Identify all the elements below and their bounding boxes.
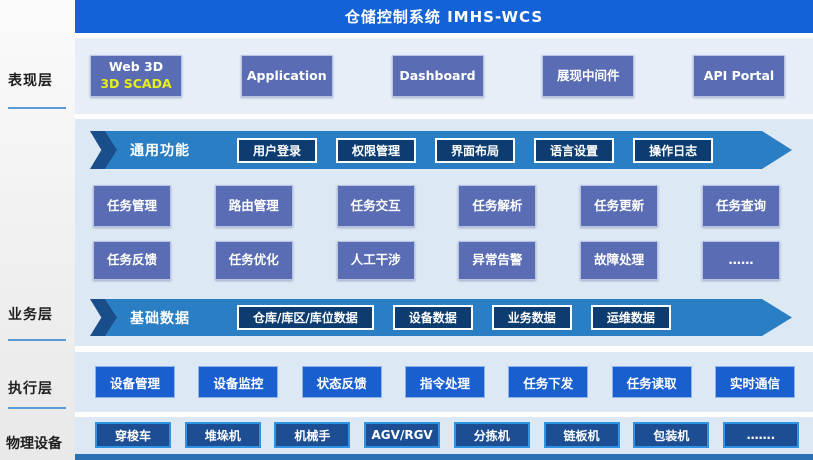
physical-devices-section: 穿梭车 堆垛机 机械手 AGV/RGV 分拣机 链板机 包装机 ……. — [75, 417, 813, 460]
banner-item-operation-log: 操作日志 — [633, 138, 713, 163]
banner-title: 基础数据 — [130, 308, 218, 328]
base-data-banner: 基础数据 仓库/库区/库位数据 设备数据 业务数据 运维数据 — [90, 299, 792, 336]
box-label: 链板机 — [564, 427, 600, 444]
task-box: 任务交互 — [337, 185, 415, 227]
diagram-main: 仓储控制系统 IMHS-WCS Web 3D 3D SCADA Applicat… — [75, 0, 813, 460]
banner-item-permissions: 权限管理 — [336, 138, 416, 163]
task-box: 任务查询 — [702, 185, 780, 227]
system-title: 仓储控制系统 IMHS-WCS — [345, 6, 543, 27]
banner-arrow-bar: 通用功能 用户登录 权限管理 界面布局 语言设置 操作日志 — [100, 131, 792, 169]
common-functions-banner: 通用功能 用户登录 权限管理 界面布局 语言设置 操作日志 — [90, 131, 792, 169]
box-label: 设备监控 — [213, 373, 263, 392]
device-box-stacker: 堆垛机 — [185, 422, 261, 448]
layer-underline — [8, 407, 66, 409]
layer-label-business: 业务层 — [8, 304, 53, 324]
box-label: 任务下发 — [523, 373, 573, 392]
banner-item-user-login: 用户登录 — [237, 138, 317, 163]
layer-underline — [8, 107, 66, 109]
box-label: Web 3D — [109, 59, 163, 76]
task-box: 任务反馈 — [93, 241, 171, 280]
execution-box: 设备监控 — [198, 366, 278, 398]
task-box: 路由管理 — [215, 185, 293, 227]
banner-title: 通用功能 — [130, 140, 218, 160]
bottom-strip — [75, 454, 813, 460]
box-label: 状态反馈 — [317, 373, 367, 392]
device-box-shuttle: 穿梭车 — [95, 422, 171, 448]
device-box-sorter: 分拣机 — [454, 422, 530, 448]
box-label: 任务读取 — [627, 373, 677, 392]
box-label: 包装机 — [653, 427, 689, 444]
banner-item-language: 语言设置 — [534, 138, 614, 163]
box-label: ……. — [747, 428, 776, 442]
execution-box: 任务下发 — [508, 366, 588, 398]
box-label: 任务解析 — [472, 198, 522, 215]
box-label: API Portal — [704, 68, 774, 85]
box-label: 任务更新 — [594, 198, 644, 215]
banner-item-ui-layout: 界面布局 — [435, 138, 515, 163]
layer-label-presentation: 表现层 — [8, 70, 53, 90]
execution-box: 指令处理 — [405, 366, 485, 398]
business-layer-section: 通用功能 用户登录 权限管理 界面布局 语言设置 操作日志 任务管理 路由管理 … — [75, 119, 813, 346]
presentation-box-api-portal: API Portal — [693, 55, 785, 97]
task-box: 故障处理 — [580, 241, 658, 280]
box-label: Application — [247, 68, 327, 85]
box-label: …… — [728, 252, 753, 269]
banner-item-device-data: 设备数据 — [393, 305, 473, 330]
banner-item-ops-data: 运维数据 — [591, 305, 671, 330]
layer-label-execution: 执行层 — [8, 378, 53, 398]
banner-arrow-bar: 基础数据 仓库/库区/库位数据 设备数据 业务数据 运维数据 — [100, 299, 792, 336]
box-label: 分拣机 — [474, 427, 510, 444]
device-box-robot-arm: 机械手 — [274, 422, 350, 448]
box-label: 任务交互 — [351, 198, 401, 215]
task-box: 人工干涉 — [337, 241, 415, 280]
presentation-box-dashboard: Dashboard — [392, 55, 484, 97]
box-label: 机械手 — [294, 427, 330, 444]
box-label: 路由管理 — [229, 198, 279, 215]
banner-item-warehouse-data: 仓库/库区/库位数据 — [237, 305, 374, 330]
box-label: 指令处理 — [420, 373, 470, 392]
box-label-highlight: 3D SCADA — [100, 76, 171, 93]
layer-sidebar: 表现层 业务层 执行层 物理设备 — [0, 0, 75, 460]
execution-box: 任务读取 — [612, 366, 692, 398]
task-box: 任务更新 — [580, 185, 658, 227]
presentation-box-middleware: 展现中间件 — [542, 55, 634, 97]
banner-item-business-data: 业务数据 — [492, 305, 572, 330]
box-label: 设备管理 — [110, 373, 160, 392]
box-label: 穿梭车 — [115, 427, 151, 444]
box-label: 任务查询 — [716, 198, 766, 215]
presentation-box-application: Application — [241, 55, 333, 97]
box-label: AGV/RGV — [372, 428, 433, 442]
device-box-chain-conveyor: 链板机 — [544, 422, 620, 448]
box-label: 人工干涉 — [351, 252, 401, 269]
box-label: 任务优化 — [229, 252, 279, 269]
device-box-agv-rgv: AGV/RGV — [364, 422, 440, 448]
task-box: 任务优化 — [215, 241, 293, 280]
task-row-2: 任务反馈 任务优化 人工干涉 异常告警 故障处理 …… — [75, 241, 813, 280]
execution-box: 状态反馈 — [302, 366, 382, 398]
box-label: 任务反馈 — [107, 252, 157, 269]
box-label: 异常告警 — [472, 252, 522, 269]
box-label: 展现中间件 — [557, 68, 620, 85]
task-box: 异常告警 — [458, 241, 536, 280]
box-label: 任务管理 — [107, 198, 157, 215]
box-label: Dashboard — [399, 68, 475, 85]
presentation-box-web3d: Web 3D 3D SCADA — [90, 55, 182, 97]
execution-box: 实时通信 — [715, 366, 795, 398]
device-box-ellipsis: ……. — [723, 422, 799, 448]
box-label: 堆垛机 — [205, 427, 241, 444]
device-box-packer: 包装机 — [633, 422, 709, 448]
layer-underline — [8, 339, 66, 341]
task-box-ellipsis: …… — [702, 241, 780, 280]
presentation-layer-section: Web 3D 3D SCADA Application Dashboard 展现… — [75, 38, 813, 114]
task-row-1: 任务管理 路由管理 任务交互 任务解析 任务更新 任务查询 — [75, 185, 813, 227]
execution-box: 设备管理 — [95, 366, 175, 398]
box-label: 实时通信 — [730, 373, 780, 392]
execution-layer-section: 设备管理 设备监控 状态反馈 指令处理 任务下发 任务读取 实时通信 — [75, 352, 813, 412]
layer-label-physical: 物理设备 — [6, 433, 62, 453]
box-label: 故障处理 — [594, 252, 644, 269]
task-box: 任务管理 — [93, 185, 171, 227]
system-title-bar: 仓储控制系统 IMHS-WCS — [75, 0, 813, 33]
task-box: 任务解析 — [458, 185, 536, 227]
